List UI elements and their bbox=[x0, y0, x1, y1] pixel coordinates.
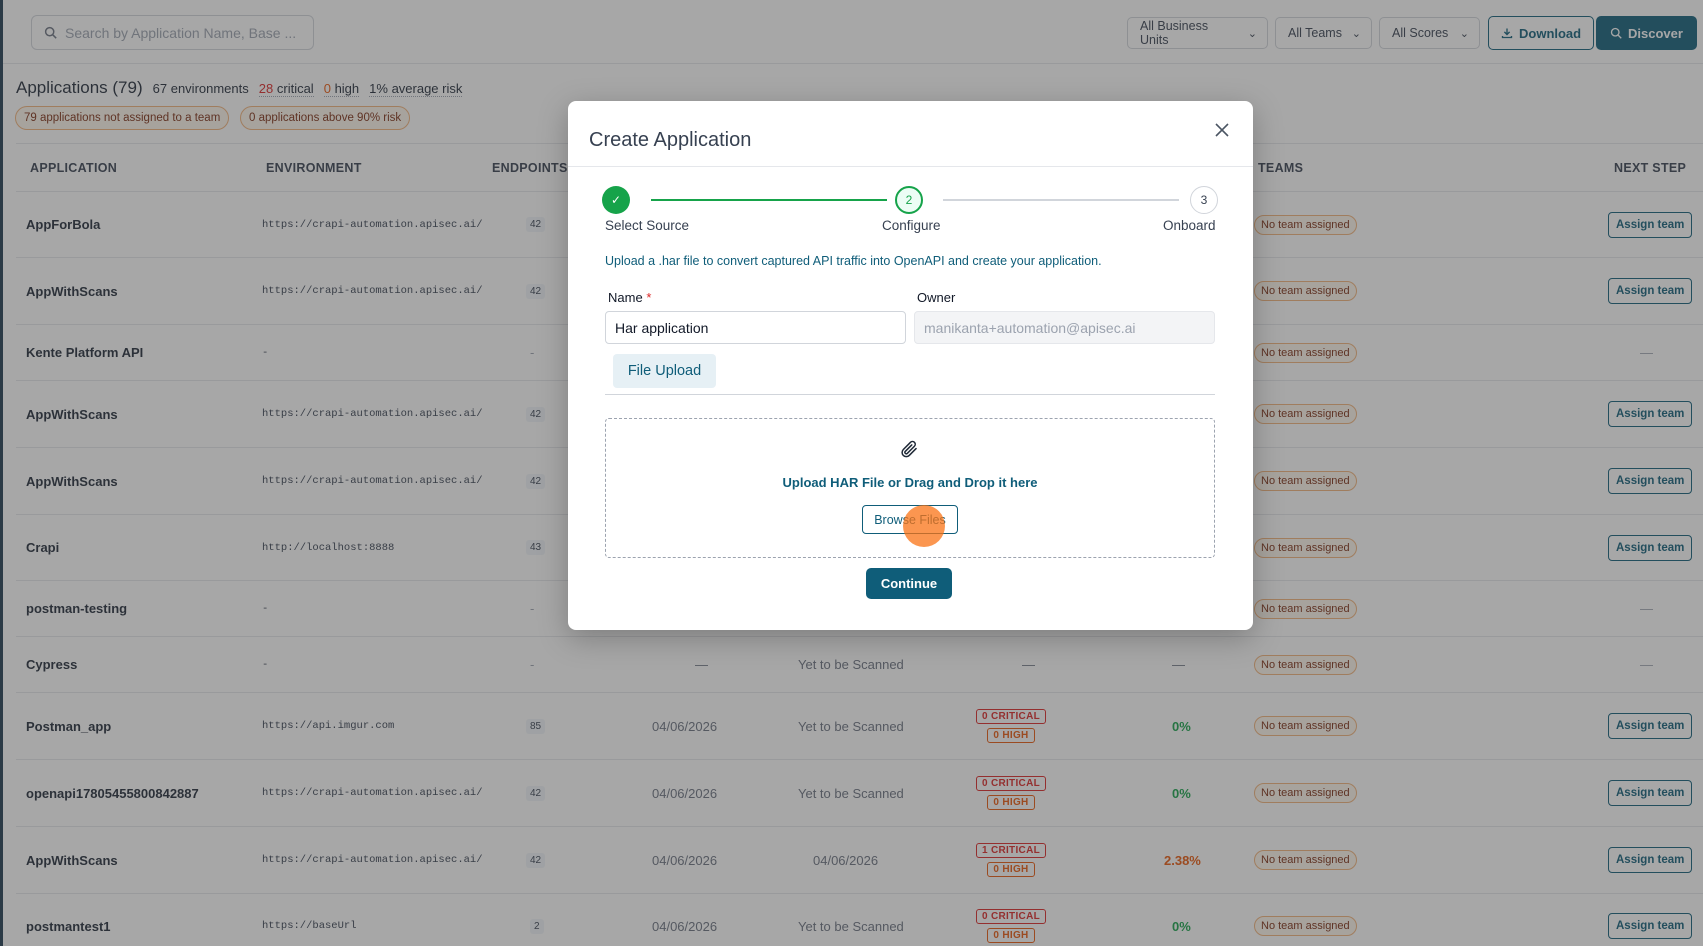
name-label: Name * bbox=[608, 290, 652, 305]
step-connector-done bbox=[651, 199, 887, 201]
tab-divider bbox=[605, 394, 1215, 395]
step-configure-circle: 2 bbox=[895, 186, 923, 214]
modal-description: Upload a .har file to convert captured A… bbox=[605, 254, 1102, 268]
owner-label: Owner bbox=[917, 290, 956, 305]
owner-input: manikanta+automation@apisec.ai bbox=[914, 311, 1215, 344]
step-select-source-label: Select Source bbox=[605, 218, 690, 233]
modal-header: Create Application bbox=[568, 101, 1253, 167]
har-dropzone[interactable]: Upload HAR File or Drag and Drop it here… bbox=[605, 418, 1215, 558]
step-select-source-circle: ✓ bbox=[602, 186, 630, 214]
drop-instructions: Upload HAR File or Drag and Drop it here bbox=[782, 475, 1038, 490]
app-root: Search by Application Name, Base ... All… bbox=[0, 0, 1703, 946]
step-onboard-label: Onboard bbox=[1163, 218, 1216, 233]
paperclip-icon bbox=[901, 440, 917, 458]
step-configure-label: Configure bbox=[882, 218, 941, 233]
step-connector-pending bbox=[943, 199, 1179, 201]
name-input[interactable]: Har application bbox=[605, 311, 906, 344]
close-button[interactable] bbox=[1211, 119, 1233, 141]
step-onboard-circle: 3 bbox=[1190, 186, 1218, 214]
close-icon bbox=[1215, 123, 1229, 137]
tab-file-upload[interactable]: File Upload bbox=[613, 354, 716, 388]
continue-button[interactable]: Continue bbox=[866, 568, 952, 599]
browse-files-button[interactable]: Browse Files bbox=[862, 505, 958, 534]
check-icon: ✓ bbox=[610, 193, 622, 207]
create-application-modal: Create Application ✓ 2 3 Select Source C… bbox=[568, 101, 1253, 630]
modal-title: Create Application bbox=[589, 129, 752, 151]
required-mark: * bbox=[646, 290, 652, 305]
